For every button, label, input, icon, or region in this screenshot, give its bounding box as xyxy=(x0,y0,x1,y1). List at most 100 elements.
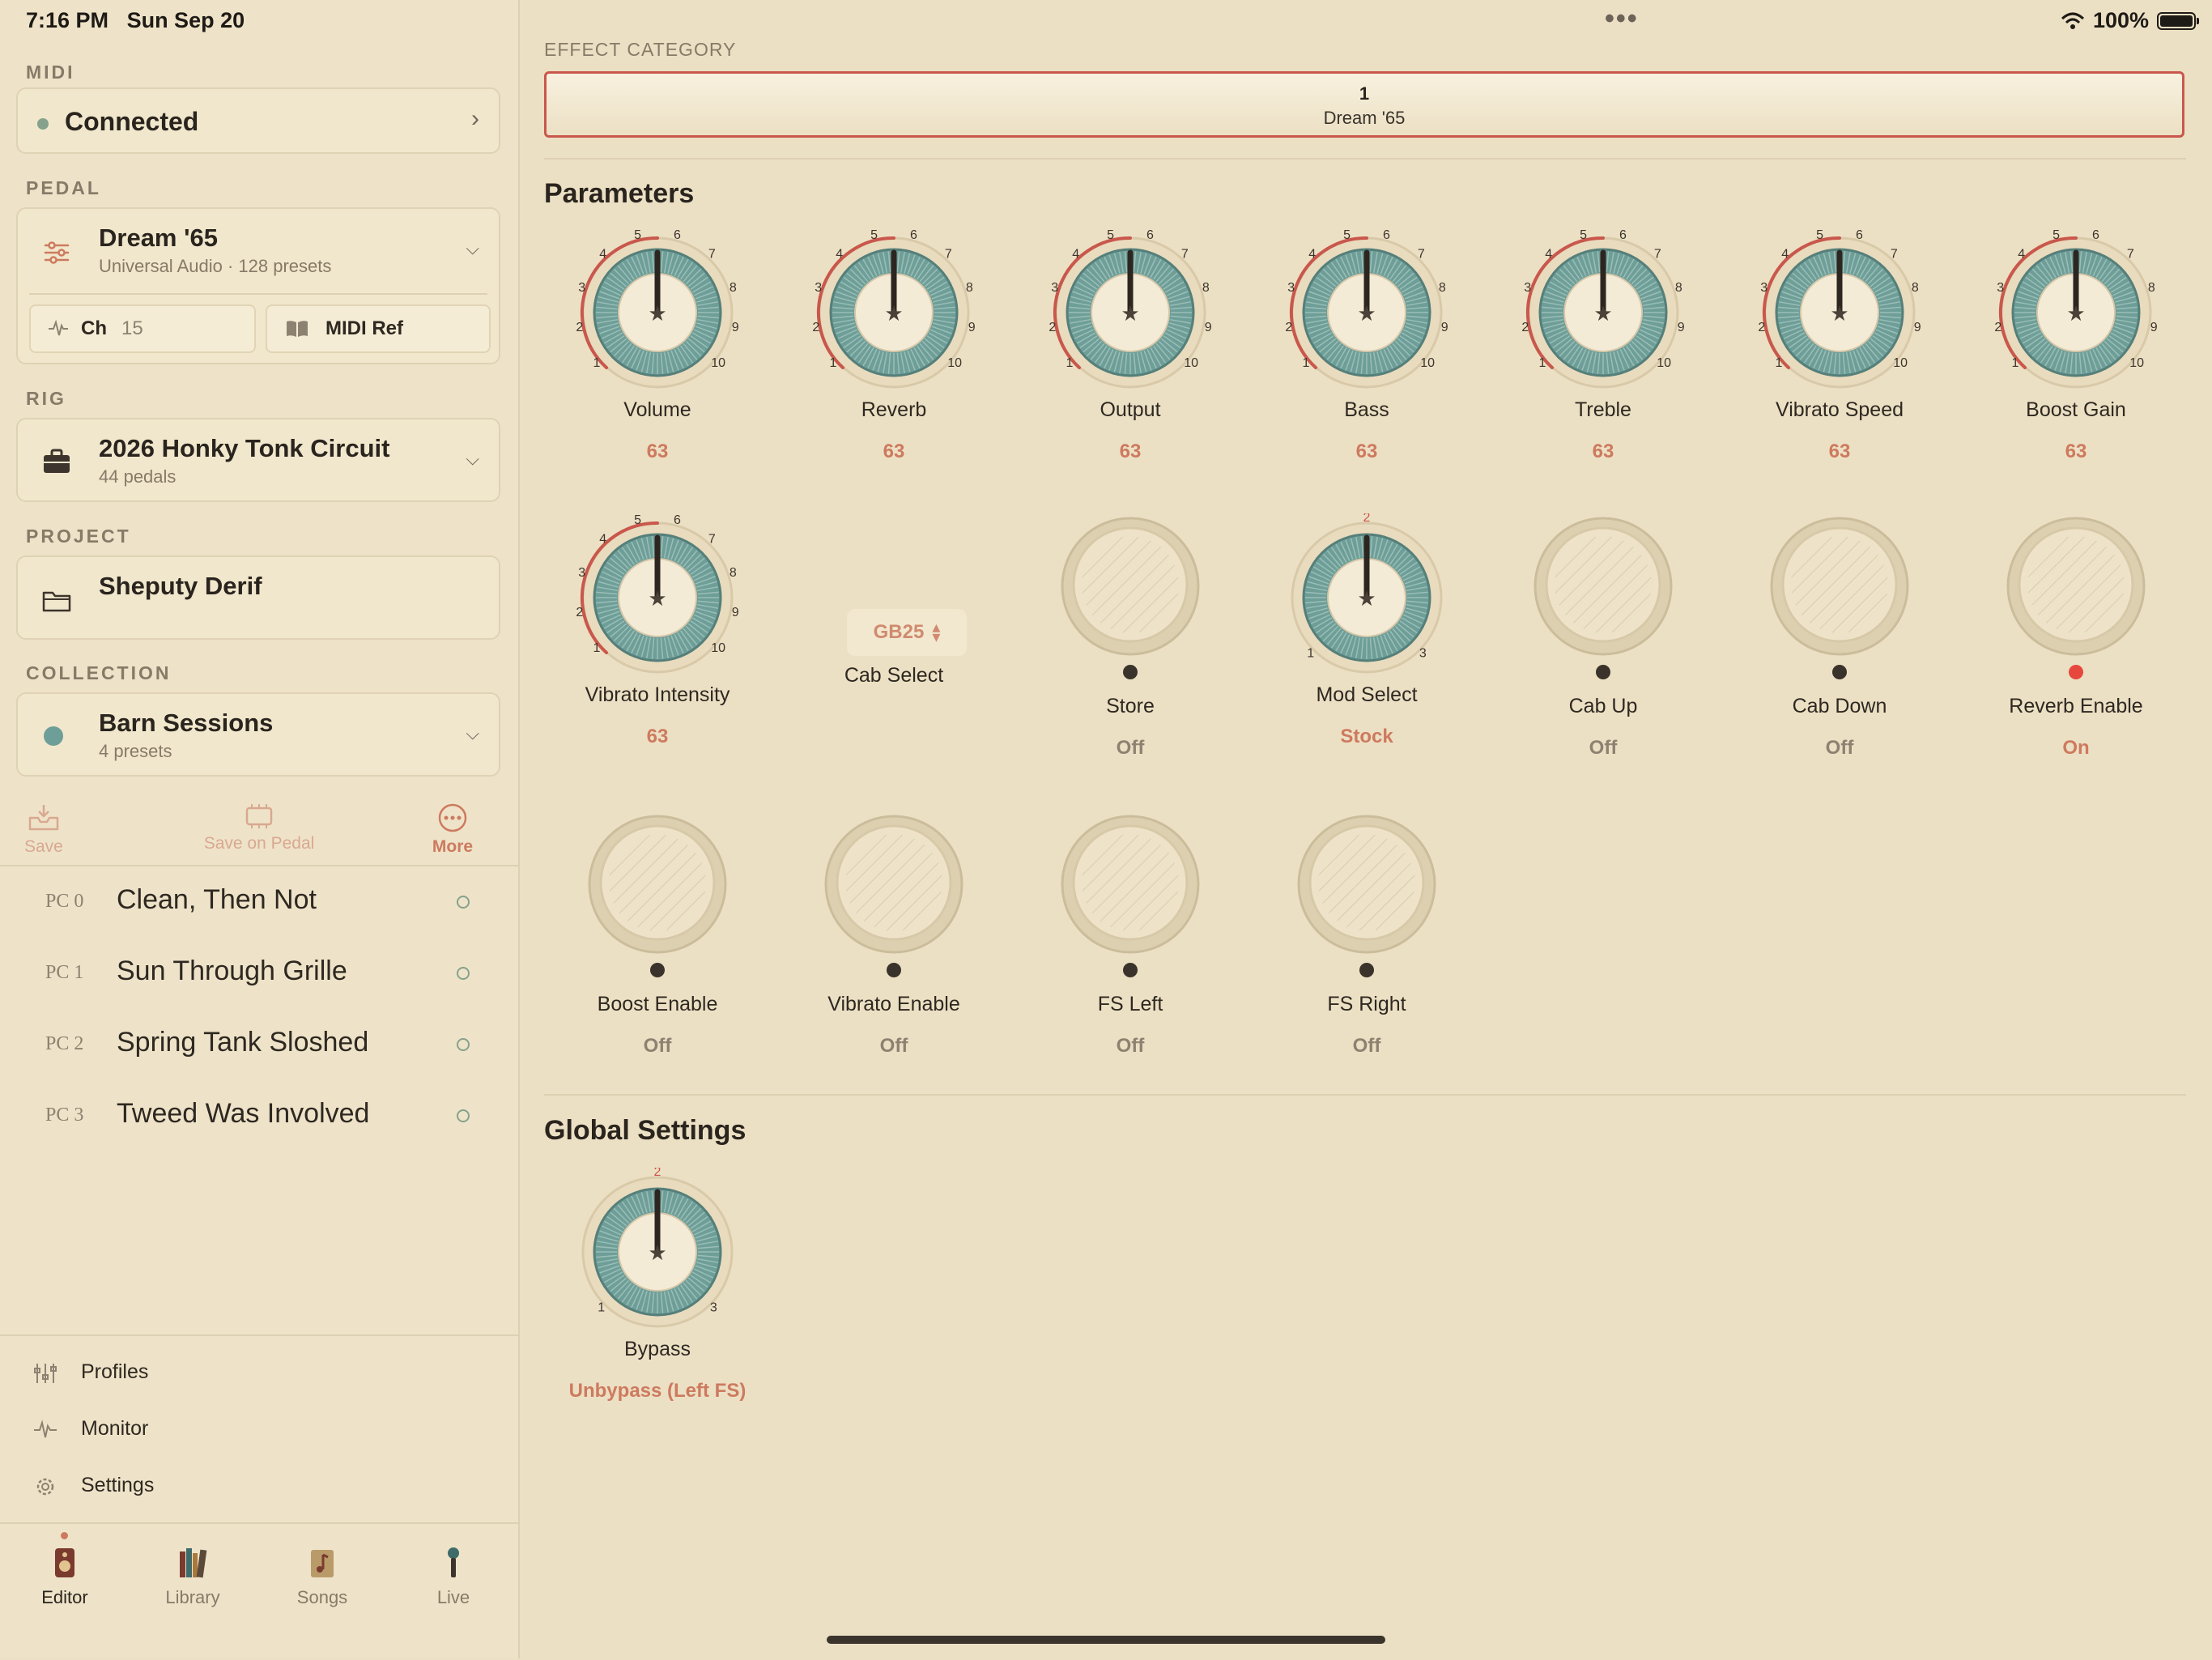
parameter-label: Boost Gain xyxy=(2026,398,2126,421)
tab-songs[interactable]: Songs xyxy=(274,1545,371,1608)
knob-scale-label: 7 xyxy=(1654,248,1661,262)
midi-status-card[interactable]: Connected › xyxy=(16,87,500,154)
tab-library[interactable]: Library xyxy=(144,1545,241,1608)
parameter-boost-gain[interactable]: ★ 1 2 3 4 5 6 7 8 9 10 Boost Gain 63 xyxy=(1963,228,2189,512)
switch-button[interactable] xyxy=(1995,513,2157,692)
tab-editor[interactable]: Editor xyxy=(16,1545,113,1608)
knob-dial[interactable]: ★ 1 2 3 4 5 6 7 8 9 10 xyxy=(1286,228,1448,390)
parameter-label: FS Left xyxy=(1097,993,1163,1015)
parameter-cab-select[interactable]: GB25 ▴ ▾ Cab Select xyxy=(781,513,1007,797)
switch-button[interactable] xyxy=(576,811,738,990)
parameter-boost-enable[interactable]: Boost Enable Off xyxy=(544,811,771,1095)
switch-button[interactable] xyxy=(813,811,975,990)
switch-button[interactable] xyxy=(1286,811,1448,990)
parameter-volume[interactable]: ★ 1 2 3 4 5 6 7 8 9 10 Volume 63 xyxy=(544,228,771,512)
pedal-card[interactable]: Dream '65 Universal Audio · 128 presets … xyxy=(16,207,500,364)
ellipsis-circle-icon xyxy=(438,803,467,832)
knob-scale-label: 6 xyxy=(1383,228,1390,242)
effect-category-name: Dream '65 xyxy=(1323,108,1406,128)
knob-dial[interactable]: ★ 1 2 3 xyxy=(1286,513,1448,675)
parameter-value: Unbypass (Left FS) xyxy=(568,1380,747,1402)
knob-dial[interactable]: ★ 1 2 3 4 5 6 7 8 9 10 xyxy=(576,228,738,390)
svg-text:★: ★ xyxy=(1593,302,1612,326)
tab-bar: Editor Library Songs Live xyxy=(0,1522,518,1660)
preset-name: Spring Tank Sloshed xyxy=(117,1027,369,1058)
knob-dial[interactable]: ★ 1 2 3 4 5 6 7 8 9 10 xyxy=(1049,228,1211,390)
knob-dial[interactable]: ★ 1 2 3 xyxy=(576,1168,738,1330)
parameter-bypass[interactable]: ★ 1 2 3 Bypass Unbypass (Left FS) xyxy=(544,1168,771,1451)
status-right: 100% xyxy=(2061,8,2199,33)
switch-button[interactable] xyxy=(1522,513,1684,692)
parameter-output[interactable]: ★ 1 2 3 4 5 6 7 8 9 10 Output 63 xyxy=(1017,228,1244,512)
parameter-cab-down[interactable]: Cab Down Off xyxy=(1726,513,1953,797)
parameter-vibrato-enable[interactable]: Vibrato Enable Off xyxy=(781,811,1007,1095)
parameter-mod-select[interactable]: ★ 1 2 3 Mod Select Stock xyxy=(1253,513,1480,797)
svg-text:★: ★ xyxy=(1121,302,1139,326)
knob-dial[interactable]: ★ 1 2 3 4 5 6 7 8 9 10 xyxy=(576,513,738,675)
midi-ref-button[interactable]: MIDI Ref xyxy=(266,304,491,353)
parameter-fs-right[interactable]: FS Right Off xyxy=(1253,811,1480,1095)
knob-dial[interactable]: ★ 1 2 3 4 5 6 7 8 9 10 xyxy=(1759,228,1921,390)
parameter-label: Bypass xyxy=(624,1338,691,1360)
save-button[interactable]: Save xyxy=(24,802,63,857)
switch-button[interactable] xyxy=(1759,513,1921,692)
preset-row[interactable]: PC 0 Clean, Then Not xyxy=(0,866,518,938)
parameter-value: Off xyxy=(1589,737,1618,759)
multitask-dots-icon[interactable]: ••• xyxy=(1605,3,1639,35)
chip-icon xyxy=(245,804,273,828)
save-on-pedal-button[interactable]: Save on Pedal xyxy=(186,802,332,853)
preset-row[interactable]: PC 3 Tweed Was Involved xyxy=(0,1080,518,1151)
parameter-value: 63 xyxy=(883,441,905,462)
parameter-fs-left[interactable]: FS Left Off xyxy=(1017,811,1244,1095)
preset-row[interactable]: PC 1 Sun Through Grille xyxy=(0,938,518,1009)
pedal-name: Dream '65 xyxy=(99,223,218,252)
parameter-vibrato-intensity[interactable]: ★ 1 2 3 4 5 6 7 8 9 10 Vibrato Intensity 63 xyxy=(544,513,771,797)
switch-button[interactable] xyxy=(1049,513,1211,692)
rig-subtitle: 44 pedals xyxy=(99,466,177,487)
effect-category-selector[interactable]: 1 Dream '65 xyxy=(544,71,2184,138)
preset-row[interactable]: PC 2 Spring Tank Sloshed xyxy=(0,1009,518,1080)
microphone-icon xyxy=(448,1547,459,1577)
knob-dial[interactable]: ★ 1 2 3 4 5 6 7 8 9 10 xyxy=(813,228,975,390)
more-button[interactable]: More xyxy=(418,802,487,857)
cab-select-stepper[interactable]: GB25 ▴ ▾ xyxy=(847,609,967,656)
midi-section-label: MIDI xyxy=(26,62,75,83)
switch-button[interactable] xyxy=(1049,811,1211,990)
settings-link[interactable]: Settings xyxy=(0,1462,518,1511)
parameter-value: Stock xyxy=(1340,726,1393,747)
channel-pill[interactable]: Ch 15 xyxy=(29,304,256,353)
parameter-value: Off xyxy=(1116,737,1145,759)
parameter-bass[interactable]: ★ 1 2 3 4 5 6 7 8 9 10 Bass 63 xyxy=(1253,228,1480,512)
parameter-store[interactable]: Store Off xyxy=(1017,513,1244,797)
rig-section-label: RIG xyxy=(26,388,66,409)
knob-dial[interactable]: ★ 1 2 3 4 5 6 7 8 9 10 xyxy=(1522,228,1684,390)
knob-scale-label: 10 xyxy=(1184,356,1198,370)
knob-scale-label: 1 xyxy=(829,356,836,370)
project-card[interactable]: Sheputy Derif xyxy=(16,555,500,640)
tab-live[interactable]: Live xyxy=(405,1545,502,1608)
rig-card[interactable]: 2026 Honky Tonk Circuit 44 pedals ⌵ xyxy=(16,418,500,502)
knob-scale-label: 10 xyxy=(2129,356,2144,370)
knob-dial[interactable]: ★ 1 2 3 4 5 6 7 8 9 10 xyxy=(1995,228,2157,390)
monitor-link[interactable]: Monitor xyxy=(0,1406,518,1454)
parameter-cab-up[interactable]: Cab Up Off xyxy=(1490,513,1716,797)
pedal-divider xyxy=(29,293,487,295)
knob-scale-label: 9 xyxy=(968,321,975,334)
parameter-treble[interactable]: ★ 1 2 3 4 5 6 7 8 9 10 Treble 63 xyxy=(1490,228,1716,512)
rig-name: 2026 Honky Tonk Circuit xyxy=(99,434,390,462)
wifi-icon xyxy=(2061,12,2084,29)
parameter-vibrato-speed[interactable]: ★ 1 2 3 4 5 6 7 8 9 10 Vibrato Speed 63 xyxy=(1726,228,1953,512)
knob-scale-label: 10 xyxy=(1893,356,1908,370)
collection-card[interactable]: Barn Sessions 4 presets ⌵ xyxy=(16,692,500,777)
parameter-reverb-enable[interactable]: Reverb Enable On xyxy=(1963,513,2189,797)
profiles-link[interactable]: Profiles xyxy=(0,1349,518,1398)
global-settings-title: Global Settings xyxy=(544,1115,747,1146)
knob-scale-label: 4 xyxy=(1781,248,1789,262)
connected-dot-icon xyxy=(37,118,49,130)
knob-scale-label: 3 xyxy=(578,566,585,580)
parameter-reverb[interactable]: ★ 1 2 3 4 5 6 7 8 9 10 Reverb 63 xyxy=(781,228,1007,512)
knob-scale-label: 1 xyxy=(1307,646,1314,660)
knob-scale-label: 7 xyxy=(1418,248,1425,262)
preset-name: Sun Through Grille xyxy=(117,956,347,986)
knob-scale-label: 5 xyxy=(1343,228,1351,242)
